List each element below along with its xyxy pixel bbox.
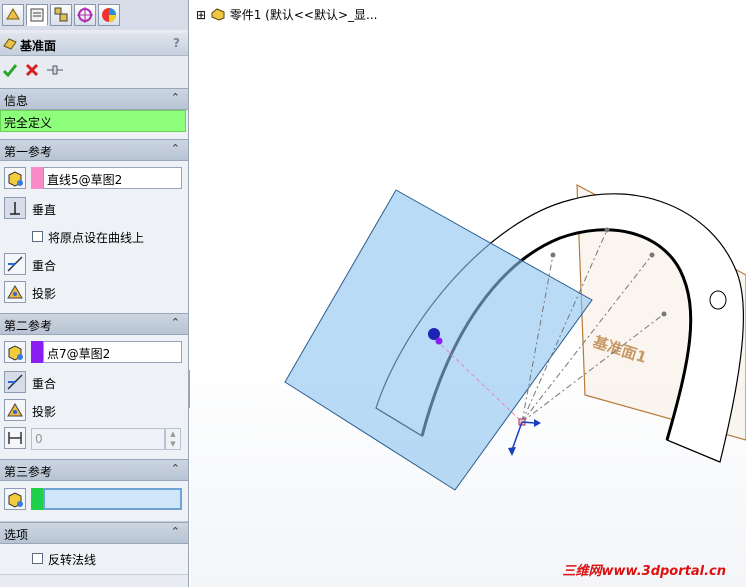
third-reference-header[interactable]: 第三参考 ⌃ [0,459,188,481]
options-section: 选项 ⌃ 反转法线 [0,522,188,575]
display-manager-icon [102,8,116,22]
property-manager: 基准面 ? 信息 ⌃ 完全定义 第一参考 ⌃ 直线5@草图2 垂直 将原点设在曲… [0,0,189,587]
reference-entity-icon [4,341,26,363]
feature-title: 基准面 [20,39,57,53]
collapse-icon[interactable]: ⌃ [171,91,180,104]
second-reference-section: 第二参考 ⌃ 点7@草图2 重合 投影 0 ▲ ▼ [0,313,188,468]
third-reference-section: 第三参考 ⌃ [0,459,188,522]
feature-tree-icon [6,8,20,20]
tab-dimxpert[interactable] [74,4,96,26]
origin-on-curve-checkbox[interactable] [32,231,43,242]
third-reference-field[interactable] [43,488,182,510]
project-button[interactable] [4,399,26,421]
help-button[interactable]: ? [173,36,180,50]
manager-tabs [0,0,188,30]
first-reference-header[interactable]: 第一参考 ⌃ [0,139,188,161]
offset-distance-button[interactable] [4,427,26,449]
first-reference-field[interactable]: 直线5@草图2 [43,167,182,189]
third-reference-label: 第三参考 [4,465,53,479]
first-reference-label: 第一参考 [4,145,53,159]
coincident-button[interactable] [4,371,26,393]
second-reference-field[interactable]: 点7@草图2 [43,341,182,363]
collapse-icon[interactable]: ⌃ [171,316,180,329]
collapse-icon[interactable]: ⌃ [171,525,180,538]
info-header[interactable]: 信息 ⌃ [0,88,188,110]
hole-feature[interactable] [709,290,727,310]
perpendicular-label: 垂直 [32,203,57,217]
second-reference-header[interactable]: 第二参考 ⌃ [0,313,188,335]
project-icon [7,285,23,299]
site-watermark: 三维网www.3dportal.cn [562,564,726,579]
status-message: 完全定义 [0,110,186,132]
dimxpert-icon [77,7,93,23]
info-section: 信息 ⌃ 完全定义 [0,88,188,141]
collapse-icon[interactable]: ⌃ [171,462,180,475]
coincident-icon [7,256,23,272]
reference-entity-icon [4,488,26,510]
coincident-label: 重合 [32,259,57,273]
action-bar [0,58,188,84]
distance-spinner[interactable]: ▲ ▼ [165,428,181,450]
model-viewport: 基准面1 [284,183,746,491]
cancel-button[interactable] [24,62,40,78]
selection-color-swatch [31,167,43,189]
ok-button[interactable] [2,62,18,78]
selected-point-7[interactable] [435,337,443,345]
options-header[interactable]: 选项 ⌃ [0,522,188,544]
graphics-area[interactable]: ⊞ 零件1 (默认<<默认>_显... 基准面1 三维网www.3dportal… [190,0,746,587]
plane-icon [3,38,17,50]
project-button[interactable] [4,281,26,303]
collapse-icon[interactable]: ⌃ [171,142,180,155]
perpendicular-icon [10,202,20,215]
second-reference-value: 点7@草图2 [47,347,111,361]
info-header-label: 信息 [4,94,29,108]
second-reference-label: 第二参考 [4,319,53,333]
origin-on-curve-label: 将原点设在曲线上 [48,231,145,245]
property-manager-icon [30,8,44,22]
coincident-label: 重合 [32,377,57,391]
offset-distance-value: 0 [35,432,43,446]
flip-normal-label: 反转法线 [48,553,97,567]
feature-title-bar: 基准面 ? [0,33,188,56]
tab-display-manager[interactable] [98,4,120,26]
pin-button[interactable] [45,62,65,78]
first-reference-value: 直线5@草图2 [47,173,123,187]
status-text: 完全定义 [4,116,53,130]
coincident-icon [7,374,23,390]
flip-normal-checkbox[interactable] [32,553,43,564]
selection-color-swatch [31,341,43,363]
project-label: 投影 [32,405,57,419]
offset-distance-input[interactable]: 0 [31,428,165,450]
project-icon [7,403,23,417]
reference-entity-icon [4,167,26,189]
tab-feature-manager[interactable] [2,4,24,26]
configuration-icon [54,7,68,22]
tab-configuration-manager[interactable] [50,4,72,26]
options-label: 选项 [4,528,29,542]
first-reference-section: 第一参考 ⌃ 直线5@草图2 垂直 将原点设在曲线上 重合 投影 [0,139,188,326]
project-label: 投影 [32,287,57,301]
perpendicular-button[interactable] [4,197,26,219]
offset-distance-icon [8,432,22,444]
selection-color-swatch [31,488,43,510]
coincident-button[interactable] [4,253,26,275]
tab-property-manager[interactable] [26,4,48,26]
